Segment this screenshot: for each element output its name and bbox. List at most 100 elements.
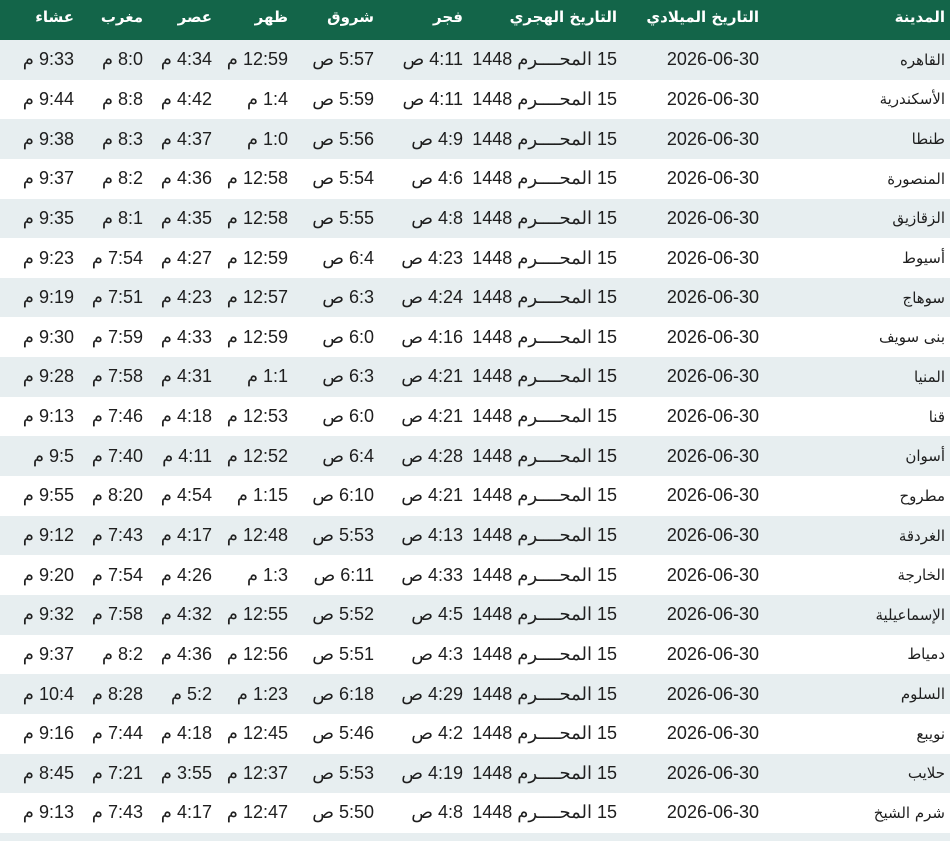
isha-time-cell: 9:5 م bbox=[32, 445, 74, 466]
shurooq-time-cell: 5:46 ص bbox=[312, 723, 374, 744]
asr-time-cell: 4:26 م bbox=[160, 564, 212, 585]
hijri-date-cell: 15 المحــــرم 1448 bbox=[472, 406, 617, 427]
fajr-time-cell: 4:21 ص bbox=[401, 485, 463, 506]
hijri-date-cell: 15 المحــــرم 1448 bbox=[472, 445, 617, 466]
maghrib-time-cell: 7:21 م bbox=[91, 762, 143, 783]
city-cell: الخارجة bbox=[897, 566, 945, 585]
city-cell: طنطا bbox=[911, 130, 945, 149]
dhuhr-time-cell: 12:48 م bbox=[226, 525, 288, 545]
dhuhr-time-cell: 1:1 م bbox=[246, 366, 288, 387]
maghrib-time-cell: 8:20 م bbox=[91, 485, 143, 506]
hijri-date-cell: 15 المحــــرم 1448 bbox=[472, 207, 617, 228]
maghrib-time-cell: 7:54 م bbox=[91, 564, 143, 585]
fajr-time-cell: 4:33 ص bbox=[401, 564, 463, 585]
table-row: حلايب 2026-06-30 15 المحــــرم 1448 4:19 ص 5… bbox=[0, 753, 950, 794]
asr-time-cell: 4:32 م bbox=[160, 604, 212, 625]
asr-time-cell: 4:17 م bbox=[160, 525, 212, 545]
fajr-time-cell: 4:21 ص bbox=[401, 406, 463, 427]
hijri-date-cell: 15 المحــــرم 1448 bbox=[472, 88, 617, 109]
prayer-times-table: المدينة التاريخ الميلادي التاريخ الهجري … bbox=[0, 0, 950, 833]
city-cell: الغردقة bbox=[898, 526, 945, 545]
table-row: المنصورة 2026-06-30 15 المحــــرم 1448 4:6 … bbox=[0, 158, 950, 199]
hijri-date-cell: 15 المحــــرم 1448 bbox=[472, 485, 617, 506]
city-cell: الإسماعيلية bbox=[875, 605, 945, 624]
asr-time-cell: 4:42 م bbox=[160, 88, 212, 109]
isha-time-cell: 9:44 م bbox=[22, 88, 74, 109]
fajr-time-cell: 4:13 ص bbox=[401, 525, 463, 545]
asr-time-cell: 4:35 م bbox=[160, 207, 212, 228]
table-row: أسيوط 2026-06-30 15 المحــــرم 1448 4:23 ص 6… bbox=[0, 238, 950, 278]
asr-time-cell: 4:18 م bbox=[160, 723, 212, 744]
hijri-date-cell: 15 المحــــرم 1448 bbox=[472, 802, 617, 823]
gregorian-date-cell: 2026-06-30 bbox=[666, 643, 759, 664]
fajr-time-cell: 4:19 ص bbox=[401, 762, 463, 783]
maghrib-time-cell: 7:59 م bbox=[91, 326, 143, 347]
gregorian-date-cell: 2026-06-30 bbox=[666, 564, 759, 585]
table-row: سوهاج 2026-06-30 15 المحــــرم 1448 4:24 ص 6… bbox=[0, 277, 950, 318]
isha-time-cell: 8:45 م bbox=[22, 762, 74, 783]
fajr-time-cell: 4:9 ص bbox=[411, 128, 463, 149]
fajr-time-cell: 4:11 ص bbox=[402, 88, 463, 109]
isha-time-cell: 9:16 م bbox=[22, 723, 74, 744]
dhuhr-time-cell: 12:58 م bbox=[226, 207, 288, 228]
gregorian-date-cell: 2026-06-30 bbox=[666, 168, 759, 189]
asr-time-cell: 4:33 م bbox=[160, 326, 212, 347]
asr-time-cell: 3:55 م bbox=[160, 762, 212, 783]
asr-time-cell: 4:34 م bbox=[160, 49, 212, 70]
asr-time-cell: 5:2 م bbox=[170, 683, 212, 704]
shurooq-time-cell: 5:53 ص bbox=[312, 525, 374, 545]
dhuhr-time-cell: 1:4 م bbox=[246, 88, 288, 109]
dhuhr-time-cell: 12:55 م bbox=[226, 604, 288, 625]
hijri-date-cell: 15 المحــــرم 1448 bbox=[472, 683, 617, 704]
asr-time-cell: 4:27 م bbox=[160, 247, 212, 268]
hijri-date-cell: 15 المحــــرم 1448 bbox=[472, 247, 617, 268]
maghrib-time-cell: 8:0 م bbox=[101, 49, 143, 70]
isha-time-cell: 9:38 م bbox=[22, 128, 74, 149]
isha-time-cell: 9:13 م bbox=[22, 406, 74, 427]
shurooq-time-cell: 5:55 ص bbox=[312, 207, 374, 228]
dhuhr-time-cell: 12:52 م bbox=[226, 445, 288, 466]
maghrib-time-cell: 8:2 م bbox=[101, 168, 143, 189]
asr-time-cell: 4:36 م bbox=[160, 643, 212, 664]
fajr-time-cell: 4:6 ص bbox=[411, 168, 463, 189]
shurooq-time-cell: 5:52 ص bbox=[312, 604, 374, 625]
gregorian-date-cell: 2026-06-30 bbox=[666, 406, 759, 427]
table-row: طنطا 2026-06-30 15 المحــــرم 1448 4:9 ص 5:5… bbox=[0, 119, 950, 159]
shurooq-time-cell: 5:54 ص bbox=[312, 168, 374, 189]
maghrib-time-cell: 7:51 م bbox=[91, 287, 143, 308]
city-cell: دمياط bbox=[907, 645, 945, 664]
isha-time-cell: 9:32 م bbox=[22, 604, 74, 625]
city-cell: الأسكندرية bbox=[879, 90, 945, 109]
dhuhr-time-cell: 12:47 م bbox=[226, 802, 288, 823]
table-footer-strip bbox=[0, 833, 950, 841]
prayer-times-page: المدينة التاريخ الميلادي التاريخ الهجري … bbox=[0, 0, 950, 841]
table-row: السلوم 2026-06-30 15 المحــــرم 1448 4:29 ص… bbox=[0, 674, 950, 714]
gregorian-date-cell: 2026-06-30 bbox=[666, 88, 759, 109]
city-cell: بنى سويف bbox=[879, 328, 945, 347]
city-cell: أسيوط bbox=[902, 249, 945, 268]
maghrib-time-cell: 8:28 م bbox=[91, 683, 143, 704]
gregorian-date-cell: 2026-06-30 bbox=[666, 525, 759, 545]
gregorian-date-cell: 2026-06-30 bbox=[666, 683, 759, 704]
shurooq-time-cell: 5:57 ص bbox=[312, 49, 374, 70]
isha-time-cell: 9:23 م bbox=[22, 247, 74, 268]
gregorian-date-cell: 2026-06-30 bbox=[666, 128, 759, 149]
asr-time-cell: 4:11 م bbox=[162, 445, 212, 466]
fajr-time-cell: 4:11 ص bbox=[402, 49, 463, 70]
header-city: المدينة bbox=[894, 8, 945, 26]
shurooq-time-cell: 5:59 ص bbox=[312, 88, 374, 109]
gregorian-date-cell: 2026-06-30 bbox=[666, 287, 759, 308]
header-dhuhr: ظهر bbox=[254, 8, 288, 26]
maghrib-time-cell: 7:43 م bbox=[91, 525, 143, 545]
isha-time-cell: 10:4 م bbox=[22, 683, 74, 704]
header-row: المدينة التاريخ الميلادي التاريخ الهجري … bbox=[0, 0, 950, 40]
shurooq-time-cell: 6:3 ص bbox=[322, 287, 374, 308]
gregorian-date-cell: 2026-06-30 bbox=[666, 207, 759, 228]
shurooq-time-cell: 6:18 ص bbox=[312, 683, 374, 704]
dhuhr-time-cell: 12:57 م bbox=[226, 287, 288, 308]
asr-time-cell: 4:37 م bbox=[160, 128, 212, 149]
table-row: شرم الشيخ 2026-06-30 15 المحــــرم 1448 4:8… bbox=[0, 793, 950, 833]
maghrib-time-cell: 7:40 م bbox=[91, 445, 143, 466]
gregorian-date-cell: 2026-06-30 bbox=[666, 49, 759, 70]
hijri-date-cell: 15 المحــــرم 1448 bbox=[472, 525, 617, 545]
